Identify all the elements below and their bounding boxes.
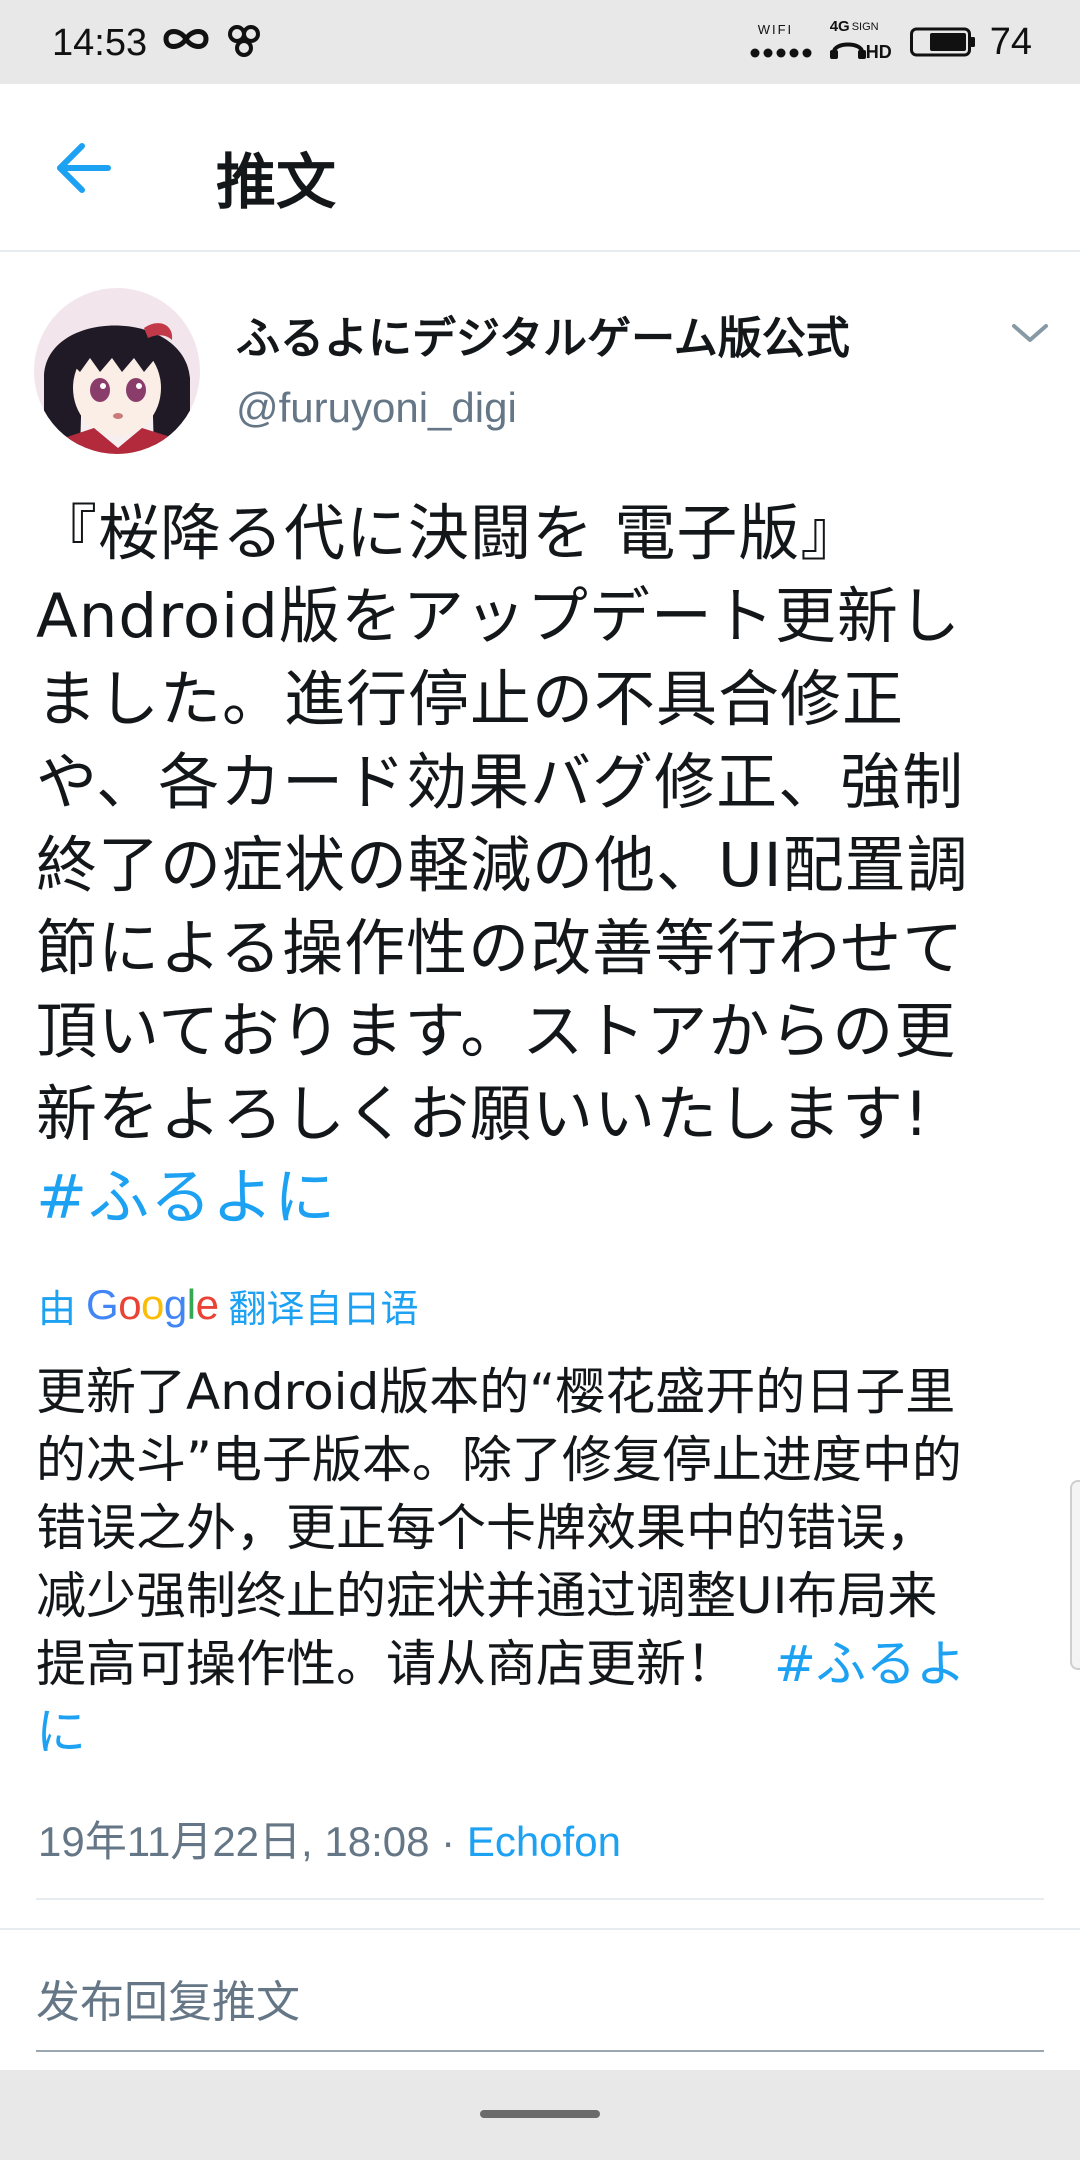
translated-hashtag-link[interactable]: #ふるよ (774, 1635, 966, 1693)
meta-separator: · (429, 1818, 467, 1865)
tweet-text-line: 『桜降る代に決闘を 電子版』 (36, 498, 863, 569)
tweet-text-line: 頂いております。ストアからの更 (36, 996, 957, 1067)
tweet-meta: 19年11月22日, 18:08 · Echofon (38, 1808, 621, 1869)
status-time: 14:53 (52, 22, 148, 64)
infinity-icon (163, 29, 209, 49)
tweet-text-line: Android版をアップデート更新し (36, 581, 961, 652)
translated-text-line: 更新了Android版本的“樱花盛开的日子里 (36, 1363, 956, 1421)
divider (0, 1928, 1080, 1930)
hashtag-link[interactable]: #ふるよに (36, 1156, 1046, 1239)
google-logo: Google (86, 1281, 219, 1328)
translated-hashtag-link-continuation[interactable]: に (36, 1698, 1046, 1766)
translated-text-line: 的决斗”电子版本。除了修复停止进度中的 (36, 1431, 962, 1489)
wifi-icon: WIFI (750, 22, 812, 62)
translation-attribution[interactable]: 由 Google 翻译自日语 (38, 1280, 419, 1331)
back-arrow-icon[interactable] (52, 136, 116, 200)
edge-handle[interactable] (1070, 1480, 1080, 1670)
tweet-timestamp: 19年11月22日, 18:08 (38, 1818, 430, 1865)
translated-text-line: 错误之外，更正每个卡牌效果中的错误， (36, 1499, 936, 1557)
avatar[interactable] (34, 288, 200, 454)
tweet-text-line: ました。進行停止の不具合修正 (36, 664, 905, 735)
tweet-text-line: 新をよろしくお願いいたします! (36, 1079, 930, 1150)
divider (36, 1898, 1044, 1900)
translated-text: 更新了Android版本的“樱花盛开的日子里 的决斗”电子版本。除了修复停止进度… (36, 1358, 1046, 1766)
cellular-signal-icon: 4G SIGN HD (826, 18, 896, 66)
translated-text-line: 提高可操作性。请从商店更新！ #ふるよ (36, 1630, 1046, 1698)
top-app-bar: 推文 (0, 84, 1080, 252)
translated-text-line: 减少强制终止的症状并通过调整UI布局来 (36, 1567, 938, 1625)
tweet-text-line: 節による操作性の改善等行わせて (36, 913, 965, 984)
reply-placeholder: 发布回复推文 (36, 1977, 300, 2028)
battery-level: 74 (989, 20, 1032, 63)
tweet-text: 『桜降る代に決闘を 電子版』 Android版をアップデート更新し ました。進行… (36, 492, 1046, 1239)
app-notification-icon (228, 25, 260, 57)
display-name[interactable]: ふるよにデジタルゲーム版公式 (236, 302, 850, 366)
tweet-text-line: 終了の症状の軽減の他、UI配置調 (36, 830, 969, 901)
hd-label: HD (865, 42, 892, 62)
status-right-group: WIFI 4G SIGN HD 74 (750, 18, 1032, 66)
wifi-label: WIFI (757, 22, 794, 37)
translation-prefix: 由 (38, 1286, 77, 1331)
sign-label: SIGN (851, 21, 879, 33)
system-navigation-bar (0, 2070, 1080, 2160)
home-gesture-bar[interactable] (480, 2110, 600, 2118)
battery-icon (909, 27, 975, 57)
status-bar: 14:53 WIFI 4G SIGN HD 74 (0, 0, 1080, 84)
client-link[interactable]: Echofon (467, 1818, 621, 1865)
translation-suffix: 翻译自日语 (228, 1286, 419, 1331)
translated-text-segment: 提高可操作性。请从商店更新！ (36, 1635, 736, 1693)
page-title: 推文 (216, 148, 336, 218)
chevron-down-icon[interactable] (1008, 318, 1052, 348)
reply-input-underline (36, 2050, 1044, 2052)
tweet-text-line: や、各カード効果バグ修正、強制 (36, 747, 965, 818)
reply-input[interactable]: 发布回复推文 (36, 1966, 1044, 2052)
network-label: 4G (829, 18, 850, 35)
user-handle[interactable]: @furuyoni_digi (236, 384, 517, 432)
